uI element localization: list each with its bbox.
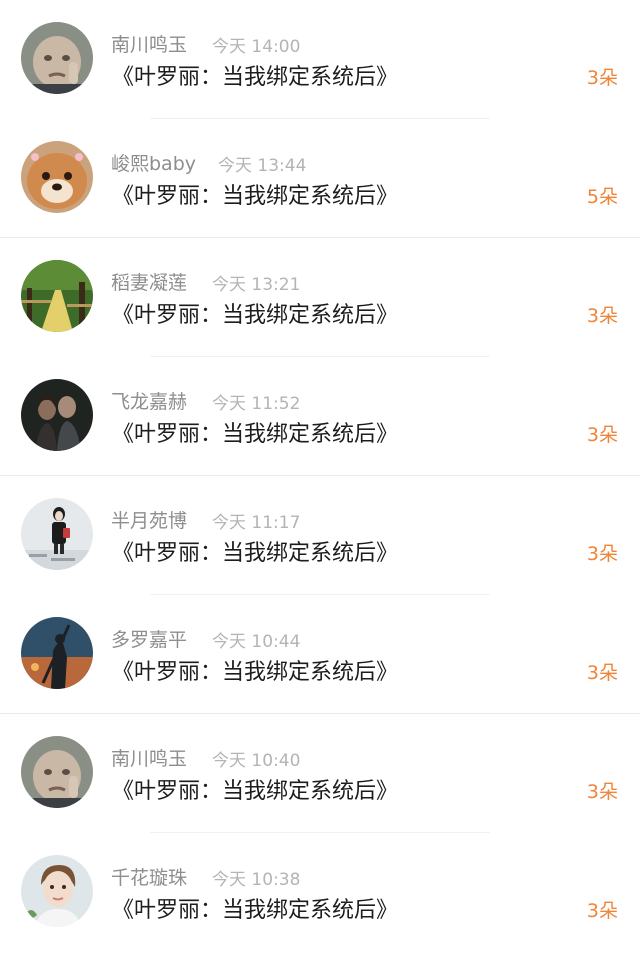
timestamp: 今天 10:38 (212, 870, 301, 890)
young-man-avatar[interactable] (21, 855, 93, 927)
girl-portrait-avatar[interactable] (21, 498, 93, 570)
shiba-dog-avatar[interactable] (21, 141, 93, 213)
flower-count: 3朵 (586, 543, 618, 565)
list-item[interactable]: 稻妻凝莲 今天 13:21 《叶罗丽：当我绑定系统后》 3朵 (0, 238, 640, 357)
flower-count: 5朵 (586, 186, 618, 208)
timestamp: 今天 10:44 (212, 632, 301, 652)
username[interactable]: 飞龙嘉赫 (111, 387, 187, 414)
username[interactable]: 千花璇珠 (111, 863, 187, 890)
username[interactable]: 稻妻凝莲 (111, 268, 187, 295)
username[interactable]: 南川鸣玉 (111, 30, 187, 57)
flower-count: 3朵 (586, 305, 618, 327)
timestamp: 今天 14:00 (212, 37, 301, 57)
list-item[interactable]: 南川鸣玉 今天 10:40 《叶罗丽：当我绑定系统后》 3朵 (0, 714, 640, 833)
comment-list: 南川鸣玉 今天 14:00 《叶罗丽：当我绑定系统后》 3朵 峻熙baby 今天… (0, 0, 640, 957)
forest-path-avatar[interactable] (21, 260, 93, 332)
warrior-silhouette-avatar[interactable] (21, 617, 93, 689)
timestamp: 今天 13:44 (218, 156, 307, 176)
comment-text: 《叶罗丽：当我绑定系统后》 (112, 541, 399, 566)
timestamp: 今天 13:21 (212, 275, 301, 295)
timestamp: 今天 10:40 (212, 751, 301, 771)
comment-text: 《叶罗丽：当我绑定系统后》 (112, 779, 399, 804)
comment-text: 《叶罗丽：当我绑定系统后》 (112, 422, 399, 447)
username[interactable]: 峻熙baby (111, 149, 196, 176)
timestamp: 今天 11:17 (212, 513, 301, 533)
list-item[interactable]: 南川鸣玉 今天 14:00 《叶罗丽：当我绑定系统后》 3朵 (0, 0, 640, 119)
flower-count: 3朵 (586, 900, 618, 922)
list-item[interactable]: 多罗嘉平 今天 10:44 《叶罗丽：当我绑定系统后》 3朵 (0, 595, 640, 714)
username[interactable]: 半月苑博 (111, 506, 187, 533)
list-item[interactable]: 千花璇珠 今天 10:38 《叶罗丽：当我绑定系统后》 3朵 (0, 833, 640, 952)
username[interactable]: 南川鸣玉 (111, 744, 187, 771)
flower-count: 3朵 (586, 662, 618, 684)
list-item[interactable]: 峻熙baby 今天 13:44 《叶罗丽：当我绑定系统后》 5朵 (0, 119, 640, 238)
flower-count: 3朵 (586, 424, 618, 446)
comment-text: 《叶罗丽：当我绑定系统后》 (112, 184, 399, 209)
timestamp: 今天 11:52 (212, 394, 301, 414)
couple-photo-avatar[interactable] (21, 379, 93, 451)
username[interactable]: 多罗嘉平 (111, 625, 187, 652)
flower-count: 3朵 (586, 67, 618, 89)
comment-text: 《叶罗丽：当我绑定系统后》 (112, 660, 399, 685)
comment-text: 《叶罗丽：当我绑定系统后》 (112, 303, 399, 328)
baby-face-avatar[interactable] (21, 736, 93, 808)
flower-count: 3朵 (586, 781, 618, 803)
comment-text: 《叶罗丽：当我绑定系统后》 (112, 65, 399, 90)
comment-text: 《叶罗丽：当我绑定系统后》 (112, 898, 399, 923)
baby-face-avatar[interactable] (21, 22, 93, 94)
list-item[interactable]: 飞龙嘉赫 今天 11:52 《叶罗丽：当我绑定系统后》 3朵 (0, 357, 640, 476)
list-item[interactable]: 半月苑博 今天 11:17 《叶罗丽：当我绑定系统后》 3朵 (0, 476, 640, 595)
